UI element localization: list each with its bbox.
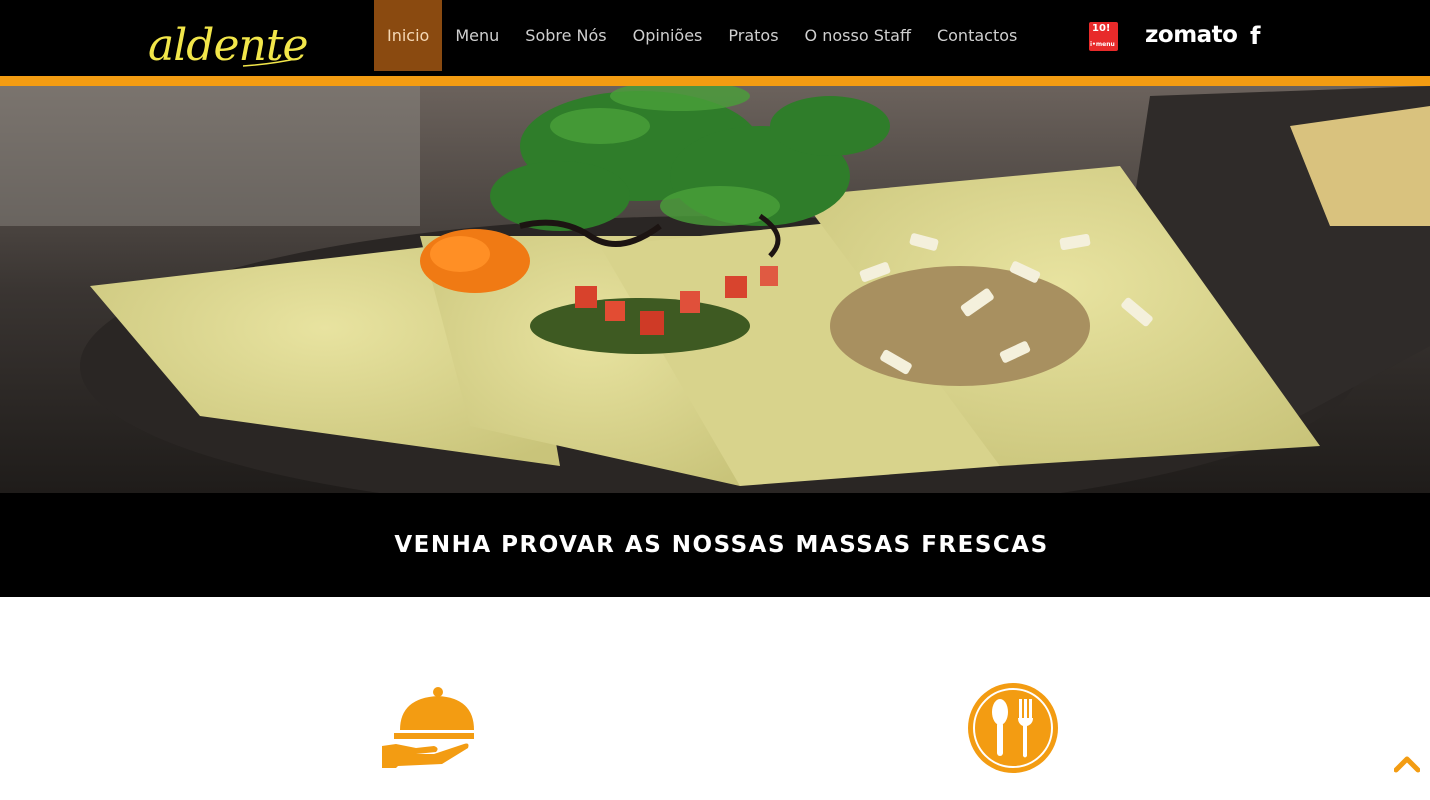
promo-banner: VENHA PROVAR AS NOSSAS MASSAS FRESCAS <box>0 493 1430 597</box>
nav-item-staff[interactable]: O nosso Staff <box>792 0 924 71</box>
facebook-icon[interactable]: f <box>1250 22 1260 50</box>
hero-food-illustration <box>0 86 1430 493</box>
nav-item-contactos[interactable]: Contactos <box>924 0 1030 71</box>
imenu-badge-text: 10! <box>1092 23 1111 34</box>
scroll-top-icon[interactable] <box>1394 755 1420 773</box>
cutlery-icon <box>968 683 1058 773</box>
zomato-link[interactable]: zomato <box>1145 22 1238 48</box>
site-logo[interactable]: aldente <box>148 18 309 74</box>
nav-item-pratos[interactable]: Pratos <box>715 0 791 71</box>
imenu-link-icon[interactable]: 10! i•menu <box>1089 22 1118 51</box>
nav-item-menu[interactable]: Menu <box>442 0 512 71</box>
hero-image <box>0 86 1430 493</box>
logo-swash-icon <box>242 57 301 67</box>
banner-title: VENHA PROVAR AS NOSSAS MASSAS FRESCAS <box>394 532 1049 558</box>
cloche-icon <box>382 687 474 768</box>
nav-item-sobre-nos[interactable]: Sobre Nós <box>512 0 619 71</box>
imenu-label: i•menu <box>1090 41 1115 48</box>
header-accent-stripe <box>0 76 1430 86</box>
main-nav: Inicio Menu Sobre Nós Opiniões Pratos O … <box>374 0 1030 71</box>
nav-item-opinioes[interactable]: Opiniões <box>620 0 716 71</box>
site-header: aldente Inicio Menu Sobre Nós Opiniões P… <box>0 0 1430 76</box>
nav-item-inicio[interactable]: Inicio <box>374 0 443 71</box>
